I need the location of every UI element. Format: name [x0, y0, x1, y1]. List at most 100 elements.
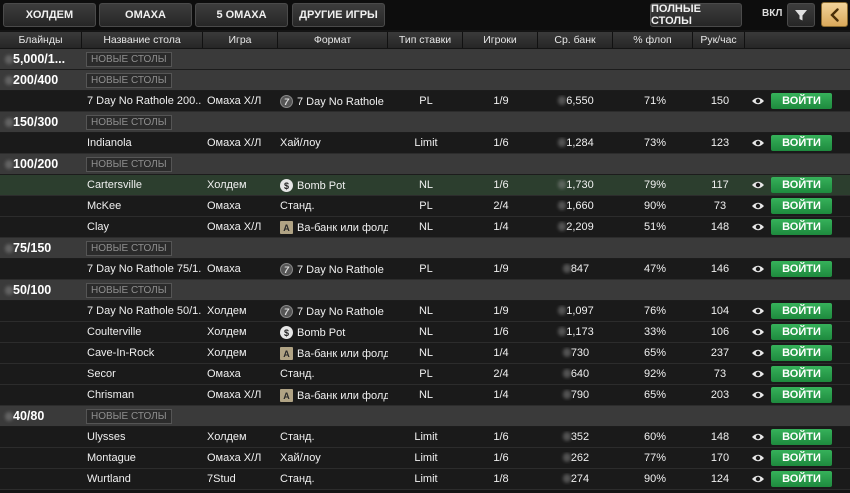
avg-pot: 1,660: [540, 200, 612, 212]
eye-icon[interactable]: [751, 432, 765, 442]
table-name: Cartersville: [87, 179, 143, 191]
table-row[interactable]: Secor Омаха Станд. PL 2/4 640 92% 73 ВОЙТИ: [0, 364, 850, 385]
table-row[interactable]: 7 Day No Rathole 50/1... Холдем 7 7 Day No …: [0, 301, 850, 322]
hands-per-hour: 123: [710, 137, 730, 149]
currency-symbol: [5, 244, 13, 253]
new-tables-button[interactable]: НОВЫЕ СТОЛЫ: [86, 157, 172, 172]
bet-type: NL: [418, 347, 434, 359]
blinds-group-header[interactable]: 200/400 НОВЫЕ СТОЛЫ: [0, 70, 850, 91]
table-row[interactable]: McKee Омаха Станд. PL 2/4 1,660 90% 73 ВОЙТИ: [0, 196, 850, 217]
full-tables-toggle-label[interactable]: ВКЛ: [762, 8, 782, 19]
eye-icon[interactable]: [751, 474, 765, 484]
tab-5-omaha[interactable]: 5 ОМАХА: [195, 3, 288, 27]
hands-per-hour: 150: [710, 95, 730, 107]
eye-icon[interactable]: [751, 348, 765, 358]
eye-icon[interactable]: [751, 138, 765, 148]
eye-icon[interactable]: [751, 222, 765, 232]
join-button[interactable]: ВОЙТИ: [771, 198, 832, 214]
flop-percent: 77%: [643, 452, 667, 464]
join-button[interactable]: ВОЙТИ: [771, 450, 832, 466]
table-row[interactable]: Montague Омаха Х/Л Хай/лоу Limit 1/6 262 77% 17…: [0, 448, 850, 469]
blinds-group-header[interactable]: 75/150 НОВЫЕ СТОЛЫ: [0, 238, 850, 259]
currency-symbol: [5, 160, 13, 169]
join-button[interactable]: ВОЙТИ: [771, 324, 832, 340]
full-tables-button[interactable]: ПОЛНЫЕ СТОЛЫ: [650, 3, 742, 27]
column-header-blinds[interactable]: Блайнды: [0, 32, 82, 48]
new-tables-button[interactable]: НОВЫЕ СТОЛЫ: [86, 115, 172, 130]
join-button[interactable]: ВОЙТИ: [771, 471, 832, 487]
new-tables-button[interactable]: НОВЫЕ СТОЛЫ: [86, 409, 172, 424]
column-header-bet-type[interactable]: Тип ставки: [388, 32, 463, 48]
new-tables-button[interactable]: НОВЫЕ СТОЛЫ: [86, 73, 172, 88]
join-button[interactable]: ВОЙТИ: [771, 303, 832, 319]
join-button[interactable]: ВОЙТИ: [771, 219, 832, 235]
new-tables-button[interactable]: НОВЫЕ СТОЛЫ: [86, 52, 172, 67]
table-row[interactable]: 7 Day No Rathole 75/1... Омаха 7 7 Day No R…: [0, 259, 850, 280]
eye-icon[interactable]: [751, 180, 765, 190]
hands-per-hour: 148: [710, 431, 730, 443]
column-header-players[interactable]: Игроки: [463, 32, 538, 48]
blinds-group-header[interactable]: 40/80 НОВЫЕ СТОЛЫ: [0, 406, 850, 427]
table-row[interactable]: Coulterville Холдем $ Bomb Pot NL 1/6 1,173 33%…: [0, 322, 850, 343]
column-header-flop-percent[interactable]: % флоп: [613, 32, 693, 48]
table-row[interactable]: Indianola Омаха Х/Л Хай/лоу Limit 1/6 1,284 73…: [0, 133, 850, 154]
eye-icon[interactable]: [751, 306, 765, 316]
join-button[interactable]: ВОЙТИ: [771, 429, 832, 445]
blinds-group-header[interactable]: 100/200 НОВЫЕ СТОЛЫ: [0, 154, 850, 175]
format: 77 Day No Rathole: [280, 95, 388, 108]
players-count: 1/6: [493, 326, 509, 338]
players-count: 1/4: [493, 389, 509, 401]
join-button[interactable]: ВОЙТИ: [771, 135, 832, 151]
blinds-group-header[interactable]: 5,000/1... НОВЫЕ СТОЛЫ: [0, 49, 850, 70]
join-button[interactable]: ВОЙТИ: [771, 261, 832, 277]
hands-per-hour: 117: [711, 179, 729, 191]
eye-icon[interactable]: [751, 327, 765, 337]
filter-button[interactable]: [787, 3, 815, 27]
back-button[interactable]: [821, 2, 848, 27]
column-header-hands-per-hour[interactable]: Рук/час: [693, 32, 745, 48]
eye-icon[interactable]: [751, 201, 765, 211]
column-header-table-name[interactable]: Название стола: [82, 32, 203, 48]
table-row[interactable]: Cave-In-Rock Холдем A Ва-банк или фолд NL 1/4…: [0, 343, 850, 364]
blinds-group-header[interactable]: 50/100 НОВЫЕ СТОЛЫ: [0, 280, 850, 301]
avg-pot: 730: [540, 347, 612, 359]
table-row[interactable]: Clay Омаха Х/Л A Ва-банк или фолд NL 1/4 2,209…: [0, 217, 850, 238]
table-row[interactable]: Cartersville Холдем $ Bomb Pot NL 1/6 1,730 79%…: [0, 175, 850, 196]
table-row[interactable]: 7 Day No Rathole 200... Омаха Х/Л 7 7 Day N…: [0, 91, 850, 112]
eye-icon[interactable]: [751, 453, 765, 463]
join-button[interactable]: ВОЙТИ: [771, 177, 832, 193]
tab-omaha[interactable]: ОМАХА: [99, 3, 192, 27]
table-row[interactable]: Chrisman Омаха Х/Л A Ва-банк или фолд NL 1/4 7…: [0, 385, 850, 406]
eye-icon[interactable]: [751, 96, 765, 106]
column-header-avg-pot[interactable]: Ср. банк: [538, 32, 613, 48]
blinds-label: 40/80: [5, 409, 44, 423]
game-type: Омаха Х/Л: [207, 389, 262, 401]
format: Станд.: [280, 473, 315, 485]
eye-icon[interactable]: [751, 369, 765, 379]
players-count: 1/9: [493, 263, 509, 275]
format: Хай/лоу: [280, 452, 321, 464]
table-row[interactable]: Wurtland 7Stud Станд. Limit 1/8 274 90% 124 ВОЙТ…: [0, 469, 850, 490]
flop-percent: 65%: [643, 347, 667, 359]
column-header-format[interactable]: Формат: [278, 32, 388, 48]
new-tables-button[interactable]: НОВЫЕ СТОЛЫ: [86, 241, 172, 256]
table-name: Wurtland: [87, 473, 131, 485]
tab-holdem[interactable]: ХОЛДЕМ: [3, 3, 96, 27]
join-button[interactable]: ВОЙТИ: [771, 366, 832, 382]
game-type: Омаха Х/Л: [207, 452, 262, 464]
join-button[interactable]: ВОЙТИ: [771, 387, 832, 403]
new-tables-button[interactable]: НОВЫЕ СТОЛЫ: [86, 283, 172, 298]
format: Хай/лоу: [280, 137, 321, 149]
blinds-group-header[interactable]: 150/300 НОВЫЕ СТОЛЫ: [0, 112, 850, 133]
avg-pot: 274: [540, 473, 612, 485]
players-count: 1/6: [493, 452, 509, 464]
eye-icon[interactable]: [751, 264, 765, 274]
join-button[interactable]: ВОЙТИ: [771, 93, 832, 109]
hands-per-hour: 170: [710, 452, 730, 464]
join-button[interactable]: ВОЙТИ: [771, 345, 832, 361]
tab-other-games[interactable]: ДРУГИЕ ИГРЫ: [292, 3, 385, 27]
flop-percent: 92%: [643, 368, 667, 380]
eye-icon[interactable]: [751, 390, 765, 400]
column-header-game[interactable]: Игра: [203, 32, 278, 48]
table-row[interactable]: Ulysses Холдем Станд. Limit 1/6 352 60% 148 ВОЙТ…: [0, 427, 850, 448]
